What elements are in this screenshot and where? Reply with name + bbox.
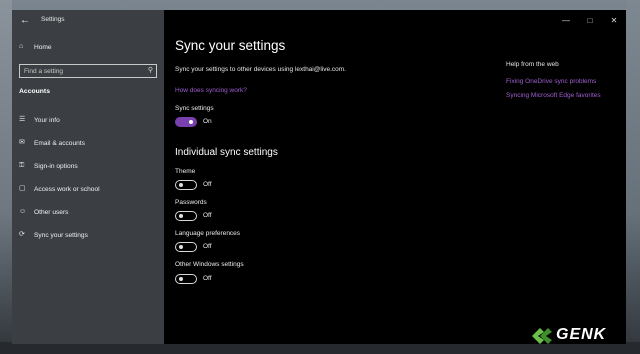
search-box[interactable]: ⚲ xyxy=(19,64,157,78)
theme-label: Theme xyxy=(175,168,196,175)
close-icon[interactable]: ✕ xyxy=(602,10,626,30)
toggle-knob xyxy=(179,245,183,249)
sidebar-item-label: Other users xyxy=(34,208,69,216)
back-arrow-icon[interactable]: ← xyxy=(18,14,32,28)
sync-settings-toggle[interactable] xyxy=(175,117,197,127)
sidebar-item-access-work-school[interactable]: ▢ Access work or school xyxy=(12,181,164,197)
title-bar: ← Settings xyxy=(12,10,164,32)
app-title: Settings xyxy=(41,16,65,23)
person-card-icon: ☰ xyxy=(19,116,26,123)
passwords-state: Off xyxy=(203,212,212,219)
help-from-web-title: Help from the web xyxy=(506,61,559,68)
onedrive-sync-help-link[interactable]: Fixing OneDrive sync problems xyxy=(506,78,596,85)
passwords-label: Passwords xyxy=(175,199,207,206)
mail-icon: ✉ xyxy=(19,139,25,146)
sidebar: ← Settings ⌂ Home ⚲ Accounts ☰ Your info… xyxy=(12,10,164,344)
language-preferences-label: Language preferences xyxy=(175,230,241,237)
toggle-knob xyxy=(179,183,183,187)
toggle-knob xyxy=(189,120,193,124)
desktop-background-right xyxy=(626,0,640,354)
sidebar-item-label: Sync your settings xyxy=(34,231,88,239)
theme-toggle[interactable] xyxy=(175,180,197,190)
sidebar-item-label: Email & accounts xyxy=(34,139,85,147)
page-title: Sync your settings xyxy=(175,38,286,53)
desktop-background-left xyxy=(0,0,12,354)
passwords-toggle[interactable] xyxy=(175,211,197,221)
sidebar-item-label: Your info xyxy=(34,116,60,124)
sync-settings-label: Sync settings xyxy=(175,105,214,112)
main-content: — □ ✕ Sync your settings Sync your setti… xyxy=(164,10,626,344)
other-windows-settings-label: Other Windows settings xyxy=(175,261,244,268)
minimize-icon[interactable]: — xyxy=(554,10,578,30)
theme-state: Off xyxy=(203,181,212,188)
sidebar-item-label: Home xyxy=(34,43,52,51)
other-windows-settings-toggle[interactable] xyxy=(175,274,197,284)
sidebar-item-home[interactable]: ⌂ Home xyxy=(12,39,164,55)
genk-logo-icon xyxy=(532,328,552,344)
sidebar-item-your-info[interactable]: ☰ Your info xyxy=(12,112,164,128)
settings-window: ← Settings ⌂ Home ⚲ Accounts ☰ Your info… xyxy=(12,10,626,344)
home-icon: ⌂ xyxy=(19,43,24,50)
sidebar-item-label: Sign-in options xyxy=(34,162,78,170)
sync-description: Sync your settings to other devices usin… xyxy=(175,66,346,73)
sidebar-item-other-users[interactable]: ☺ Other users xyxy=(12,204,164,220)
sidebar-item-sync-settings[interactable]: ⟳ Sync your settings xyxy=(12,227,164,243)
sidebar-item-sign-in-options[interactable]: ⚿ Sign-in options xyxy=(12,158,164,174)
search-icon[interactable]: ⚲ xyxy=(148,66,153,76)
edge-favorites-help-link[interactable]: Syncing Microsoft Edge favorites xyxy=(506,92,601,99)
how-syncing-works-link[interactable]: How does syncing work? xyxy=(175,87,247,94)
sync-settings-state: On xyxy=(203,118,212,125)
language-preferences-state: Off xyxy=(203,243,212,250)
individual-sync-heading: Individual sync settings xyxy=(175,147,278,158)
watermark-text: GENK xyxy=(556,326,607,343)
genk-watermark: GENK xyxy=(530,326,634,346)
language-preferences-toggle[interactable] xyxy=(175,242,197,252)
briefcase-icon: ▢ xyxy=(19,185,26,192)
maximize-icon[interactable]: □ xyxy=(578,10,602,30)
other-windows-settings-state: Off xyxy=(203,275,212,282)
sync-icon: ⟳ xyxy=(19,231,25,238)
section-heading-accounts: Accounts xyxy=(19,88,50,95)
toggle-knob xyxy=(179,277,183,281)
sidebar-item-label: Access work or school xyxy=(34,185,100,193)
toggle-knob xyxy=(179,214,183,218)
window-controls: — □ ✕ xyxy=(554,10,626,32)
key-icon: ⚿ xyxy=(19,162,25,169)
sidebar-item-email-accounts[interactable]: ✉ Email & accounts xyxy=(12,135,164,151)
search-input[interactable] xyxy=(24,66,142,76)
add-user-icon: ☺ xyxy=(19,208,27,215)
